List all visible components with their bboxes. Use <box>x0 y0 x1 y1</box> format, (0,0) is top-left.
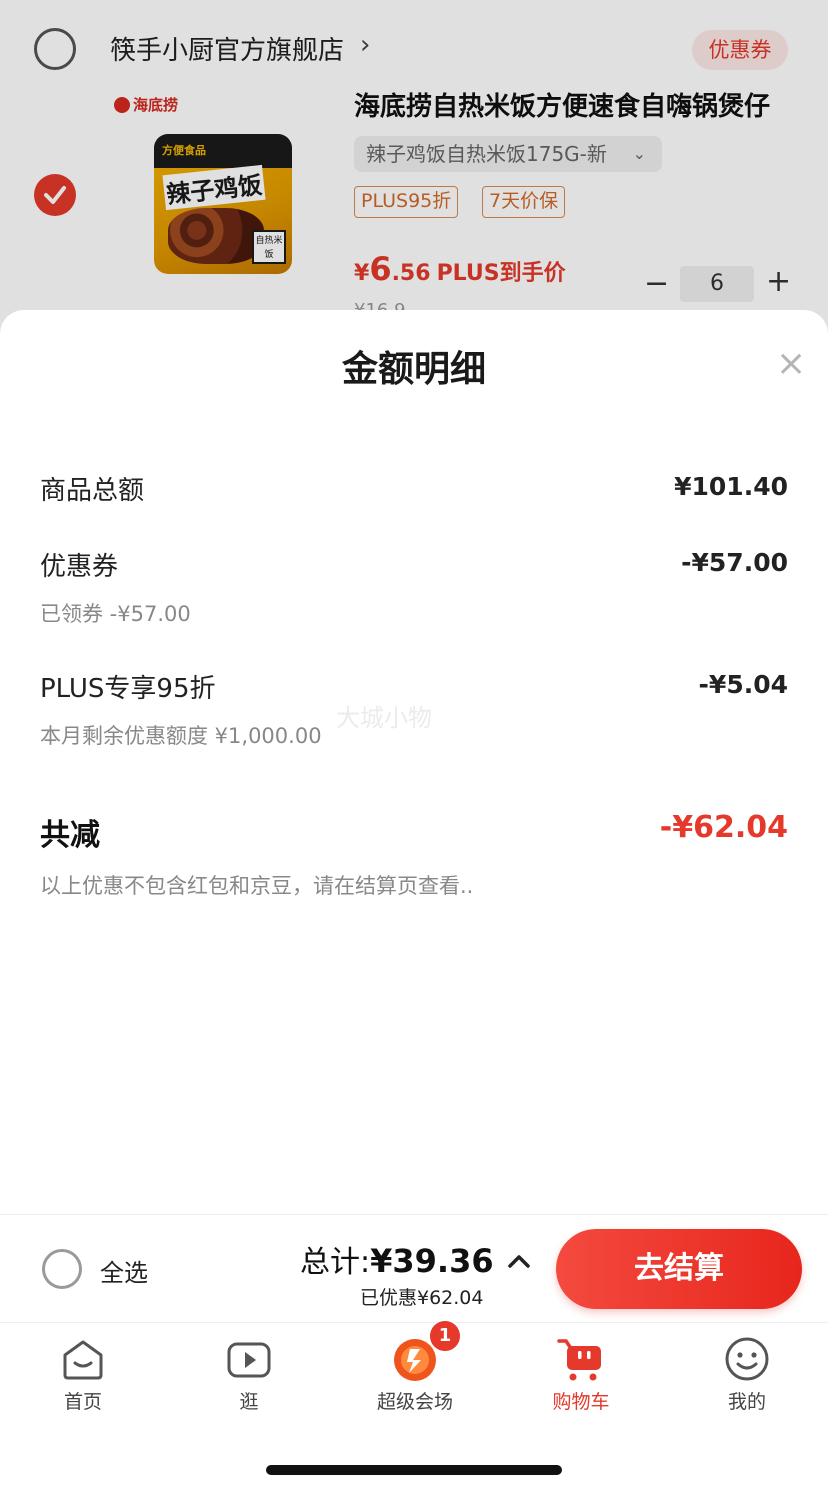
plus-discount-label: PLUS专享95折 <box>40 674 216 704</box>
tab-cart-label: 购物车 <box>552 1391 610 1413</box>
sheet-title: 金额明细 <box>341 349 486 390</box>
tab-home-label: 首页 <box>63 1391 102 1413</box>
notification-badge: 1 <box>428 1319 462 1353</box>
total-price[interactable]: 总计:¥39.36 <box>300 1237 494 1281</box>
home-indicator[interactable] <box>266 1465 562 1475</box>
tab-browse[interactable]: 逛 <box>166 1323 332 1423</box>
goods-total-label: 商品总额 <box>40 476 145 506</box>
close-icon[interactable]: × <box>776 346 806 382</box>
bottom-tab-bar: 首页 逛 1 超级会场 购物车 我的 <box>0 1319 828 1491</box>
cart-icon <box>557 1339 601 1381</box>
plus-discount-value: -¥5.04 <box>698 670 788 699</box>
total-prefix: 总计: <box>300 1245 371 1280</box>
select-all-checkbox[interactable] <box>42 1249 82 1289</box>
video-icon <box>227 1342 271 1378</box>
checkout-bar: 全选 总计:¥39.36 已优惠¥62.04 去结算 <box>0 1214 828 1322</box>
tab-profile-label: 我的 <box>727 1391 766 1413</box>
coupon-label: 优惠券 <box>40 552 119 582</box>
tab-super-venue[interactable]: 1 超级会场 <box>332 1319 498 1423</box>
checkout-button[interactable]: 去结算 <box>556 1229 802 1309</box>
tab-home[interactable]: 首页 <box>0 1323 166 1423</box>
select-all-label[interactable]: 全选 <box>100 1253 148 1288</box>
total-amount: ¥39.36 <box>370 1242 494 1280</box>
overlay-scrim[interactable] <box>0 0 828 340</box>
home-icon <box>63 1340 103 1380</box>
tab-browse-label: 逛 <box>239 1391 259 1413</box>
goods-total-value: ¥101.40 <box>674 472 788 501</box>
coupon-sub: 已领券 -¥57.00 <box>40 602 191 626</box>
tab-super-venue-label: 超级会场 <box>376 1391 453 1413</box>
tab-cart[interactable]: 购物车 <box>498 1323 664 1423</box>
watermark: 大城小物 <box>336 704 432 732</box>
tab-profile[interactable]: 我的 <box>664 1323 828 1423</box>
discount-note: 以上优惠不包含红包和京豆，请在结算页查看.. <box>40 874 474 898</box>
chevron-up-icon[interactable] <box>506 1251 532 1271</box>
profile-icon <box>725 1337 769 1381</box>
total-reduction-label: 共减 <box>40 818 100 853</box>
saved-amount: 已优惠¥62.04 <box>360 1287 484 1309</box>
coupon-value: -¥57.00 <box>681 548 788 577</box>
amount-detail-sheet: 金额明细 × 商品总额 ¥101.40 优惠券 -¥57.00 已领券 -¥57… <box>0 310 828 1214</box>
plus-quota-sub: 本月剩余优惠额度 ¥1,000.00 <box>40 724 322 748</box>
total-reduction-value: -¥62.04 <box>659 810 788 845</box>
